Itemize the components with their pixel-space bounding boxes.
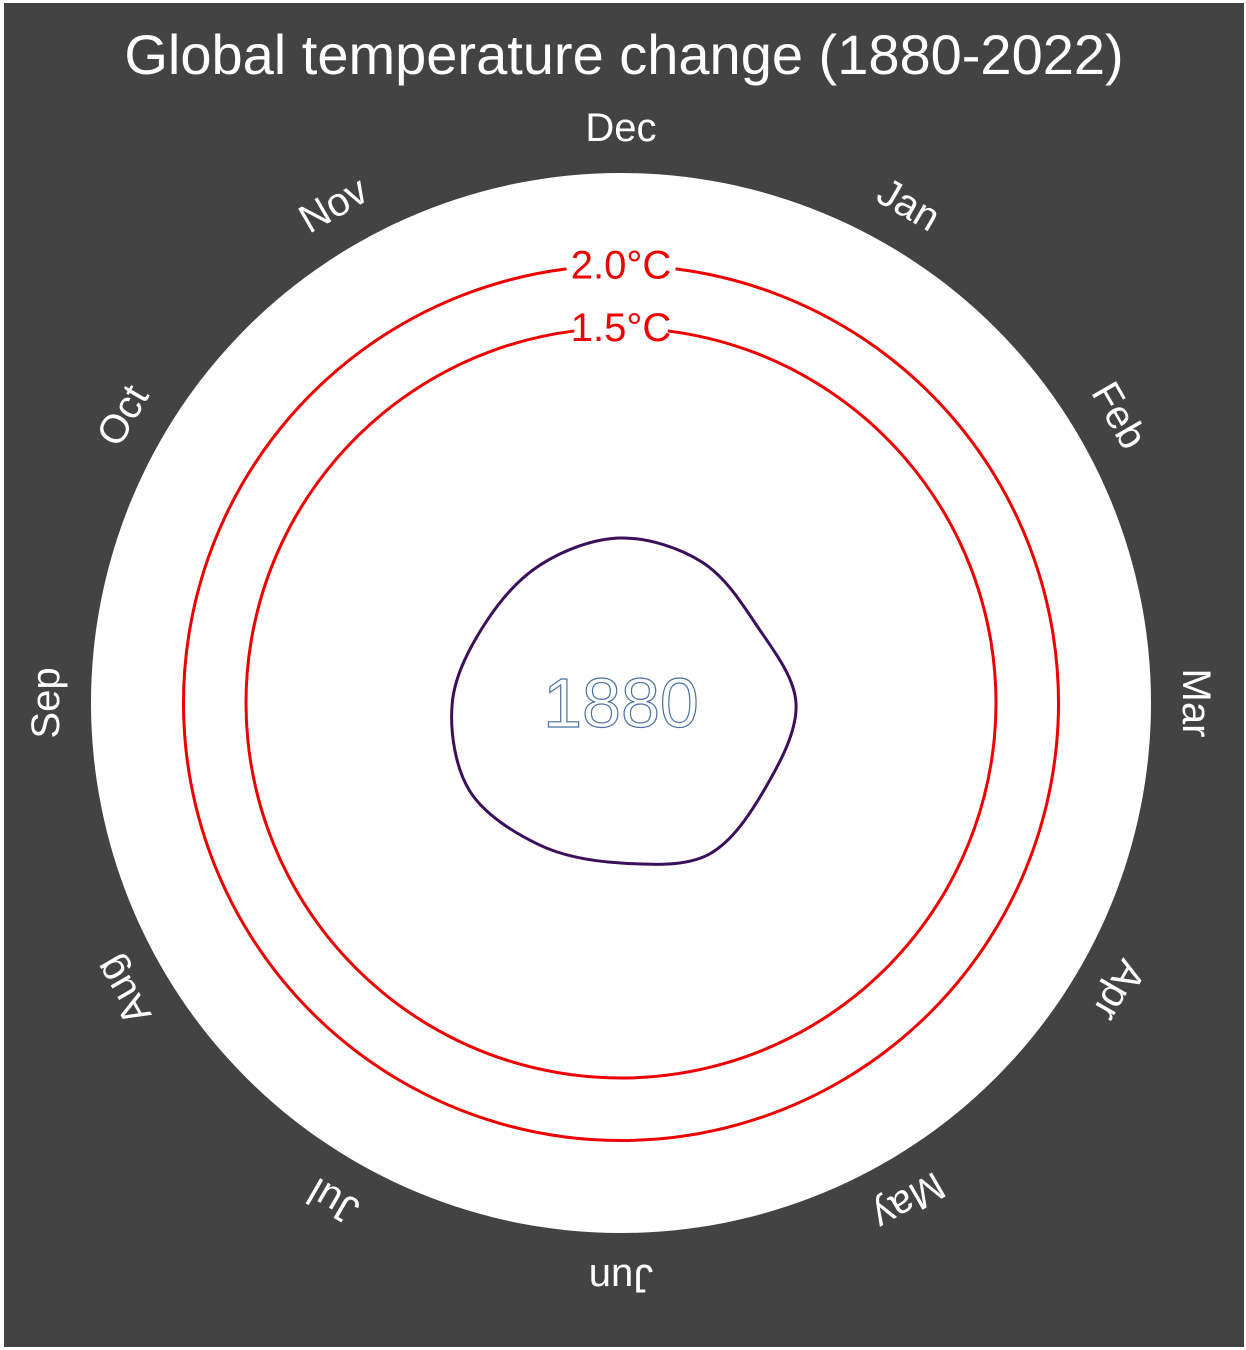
month-label-jun: Jun (589, 1256, 654, 1300)
chart-panel: Global temperature change (1880-2022) 1.… (4, 3, 1244, 1347)
threshold-label-2: 2.0°C (571, 244, 672, 288)
month-label-nov: Nov (292, 168, 376, 242)
year-label: 1880 (543, 664, 699, 742)
month-label-dec: Dec (585, 106, 656, 150)
month-label-feb: Feb (1083, 375, 1156, 457)
month-label-apr: Apr (1084, 953, 1153, 1029)
month-label-oct: Oct (88, 378, 157, 454)
polar-chart: 1.5°C 2.0°C Jan Feb Mar Apr May Jun Jul Aug Sep Oc… (24, 106, 1218, 1300)
month-label-aug: Aug (86, 949, 160, 1033)
month-label-jan: Jan (870, 170, 948, 240)
threshold-label-1-5: 1.5°C (571, 306, 672, 350)
month-label-may: May (865, 1163, 952, 1239)
month-label-mar: Mar (1174, 669, 1218, 738)
month-label-sep: Sep (24, 667, 68, 738)
month-label-jul: Jul (300, 1169, 366, 1233)
